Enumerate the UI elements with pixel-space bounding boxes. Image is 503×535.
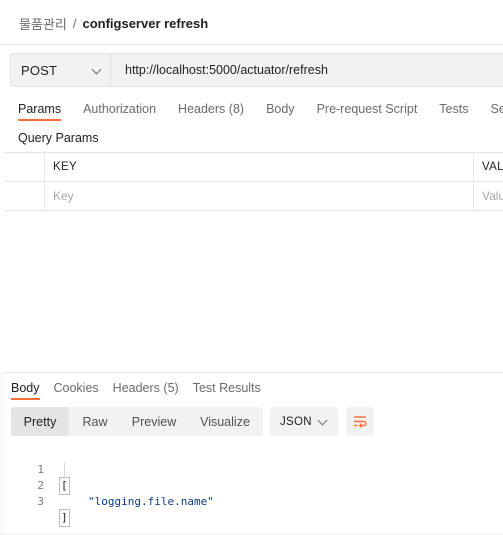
tab-cookies[interactable]: Cookies bbox=[54, 380, 99, 400]
divider bbox=[0, 44, 503, 45]
request-bar: POST http://localhost:5000/actuator/refr… bbox=[10, 53, 503, 87]
line-number: 3 bbox=[37, 495, 44, 508]
wrap-lines-icon bbox=[354, 416, 367, 428]
value-input[interactable]: Value bbox=[474, 182, 503, 210]
tab-settings[interactable]: Settings bbox=[490, 101, 503, 119]
tab-label: Headers bbox=[178, 102, 226, 116]
chevron-down-icon bbox=[91, 64, 102, 75]
view-raw-button[interactable]: Raw bbox=[69, 407, 121, 436]
value-header-label: VALUE bbox=[482, 161, 503, 173]
value-placeholder: Value bbox=[482, 189, 503, 203]
response-body[interactable]: 1 [ 2 "logging.file.name" 3 ] bbox=[0, 446, 503, 527]
key-input[interactable]: Key bbox=[44, 182, 474, 210]
tab-label: Cookies bbox=[53, 381, 99, 395]
tab-params[interactable]: Params bbox=[18, 101, 62, 121]
key-column-header: KEY bbox=[44, 153, 474, 181]
breadcrumb: 물품관리 / configserver refresh bbox=[19, 14, 208, 32]
tab-label: Pre-request Script bbox=[316, 102, 418, 116]
tab-label: Body bbox=[11, 381, 40, 400]
tab-authorization[interactable]: Authorization bbox=[83, 101, 156, 119]
method-label: POST bbox=[21, 62, 58, 78]
view-preview-button[interactable]: Preview bbox=[121, 407, 187, 436]
breadcrumb-separator: / bbox=[72, 15, 77, 31]
view-mode-group: Pretty Raw Preview Visualize bbox=[11, 407, 263, 436]
string-value: "logging.file.name" bbox=[88, 495, 214, 508]
request-tabs: Params Authorization Headers (8) Body Pr… bbox=[18, 101, 503, 121]
tab-response-headers[interactable]: Headers (5) bbox=[113, 380, 179, 400]
params-table: KEY VALUE Key Value bbox=[4, 152, 503, 211]
close-bracket: ] bbox=[59, 509, 70, 527]
tab-pre-request-script[interactable]: Pre-request Script bbox=[317, 101, 418, 119]
response-tabs: Body Cookies Headers (5) Test Results bbox=[11, 380, 275, 400]
view-visualize-button[interactable]: Visualize bbox=[187, 407, 263, 436]
tab-label: Settings bbox=[490, 102, 503, 116]
code-line: 1 [ bbox=[0, 446, 503, 495]
value-column-header: VALUE bbox=[474, 153, 503, 181]
request-name[interactable]: configserver refresh bbox=[82, 16, 208, 31]
tab-test-results[interactable]: Test Results bbox=[193, 380, 261, 400]
key-placeholder: Key bbox=[53, 189, 74, 203]
code-line: 2 "logging.file.name" bbox=[0, 462, 503, 508]
indent-guide bbox=[64, 462, 65, 478]
headers-count: (8) bbox=[228, 102, 245, 116]
headers-count: (5) bbox=[163, 381, 179, 395]
breadcrumb-collection[interactable]: 물품관리 bbox=[19, 14, 67, 33]
format-label: JSON bbox=[280, 415, 312, 428]
chevron-down-icon bbox=[317, 415, 328, 426]
tab-label: Body bbox=[266, 102, 295, 116]
tab-label: Authorization bbox=[83, 102, 157, 116]
tab-body[interactable]: Body bbox=[266, 101, 295, 119]
request-editor: 물품관리 / configserver refresh POST http://… bbox=[0, 0, 503, 535]
format-select[interactable]: JSON bbox=[270, 407, 338, 436]
tab-tests[interactable]: Tests bbox=[439, 101, 468, 119]
key-header-label: KEY bbox=[53, 161, 77, 173]
tab-label: Test Results bbox=[192, 381, 261, 395]
tab-label: Tests bbox=[439, 102, 469, 116]
tab-label: Headers bbox=[112, 381, 160, 395]
pane-divider[interactable] bbox=[0, 372, 503, 373]
code-line: 3 ] bbox=[0, 478, 503, 527]
tab-response-body[interactable]: Body bbox=[11, 380, 40, 400]
url-input[interactable]: http://localhost:5000/actuator/refresh bbox=[111, 63, 328, 77]
method-select[interactable]: POST bbox=[11, 54, 111, 86]
tab-label: Params bbox=[18, 102, 62, 121]
tab-headers[interactable]: Headers (8) bbox=[178, 101, 244, 119]
query-params-title: Query Params bbox=[18, 131, 99, 145]
table-header-row: KEY VALUE bbox=[4, 153, 503, 182]
table-row: Key Value bbox=[4, 182, 503, 211]
wrap-lines-button[interactable] bbox=[346, 407, 374, 436]
view-pretty-button[interactable]: Pretty bbox=[11, 407, 69, 436]
